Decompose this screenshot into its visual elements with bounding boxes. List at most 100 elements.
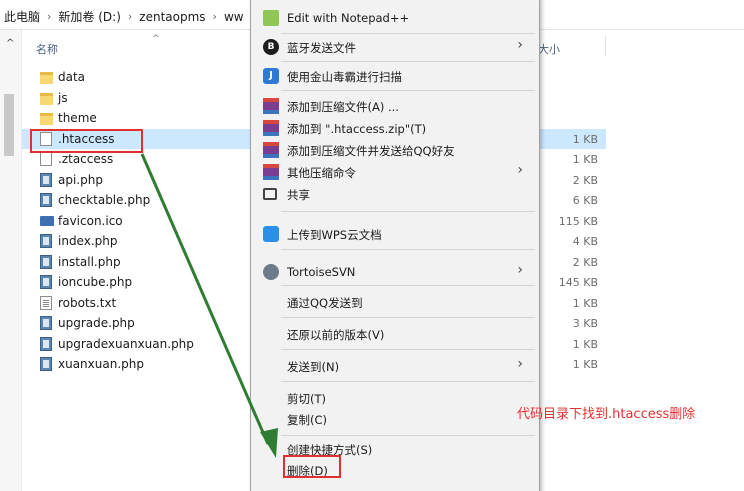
menu-separator xyxy=(281,90,535,91)
archive-icon xyxy=(263,120,279,136)
share-icon xyxy=(263,188,277,200)
file-size: 2 KB xyxy=(572,255,598,269)
file-size: 6 KB xyxy=(572,194,598,207)
image-file-icon xyxy=(40,215,54,226)
menu-item-add-archive[interactable]: 添加到压缩文件(A) ... xyxy=(251,95,539,117)
menu-item-label: 还原以前的版本(V) xyxy=(287,328,385,342)
php-file-icon xyxy=(40,316,52,330)
menu-item-cut[interactable]: 剪切(T) xyxy=(251,387,539,409)
menu-item-label: Edit with Notepad++ xyxy=(287,11,410,25)
menu-item-add-zip[interactable]: 添加到 ".htaccess.zip"(T) xyxy=(251,117,539,139)
file-size: 1 KB xyxy=(572,358,598,371)
menu-item-label: 添加到压缩文件并发送给QQ好友 xyxy=(287,144,455,158)
file-name: ioncube.php xyxy=(58,275,133,289)
scrollbar-thumb[interactable] xyxy=(4,94,14,156)
menu-separator xyxy=(281,381,535,382)
menu-item-label: 蓝牙发送文件 xyxy=(287,41,356,55)
file-size: 1 KB xyxy=(572,296,598,310)
menu-item-other-compress[interactable]: 其他压缩命令 › xyxy=(251,161,539,183)
chevron-right-icon: › xyxy=(517,37,523,53)
file-name: theme xyxy=(58,111,97,125)
file-size: 145 KB xyxy=(558,276,598,289)
menu-item-kingsoft-scan[interactable]: J 使用金山毒霸进行扫描 xyxy=(251,65,539,87)
menu-item-tortoisesvn[interactable]: TortoiseSVN › xyxy=(251,261,539,283)
folder-icon xyxy=(40,72,53,84)
chevron-right-icon: › xyxy=(517,262,523,278)
context-menu: Edit with Notepad++ B 蓝牙发送文件 › J 使用金山毒霸进行扫描… xyxy=(250,0,540,491)
file-name: data xyxy=(58,70,86,84)
php-file-icon xyxy=(40,172,52,187)
file-size: 1 KB xyxy=(572,153,598,166)
file-size: 3 KB xyxy=(572,317,598,330)
menu-item-share[interactable]: 共享 xyxy=(251,183,539,205)
menu-item-label: 发送到(N) xyxy=(287,360,340,374)
menu-item-label: 复制(C) xyxy=(287,413,328,427)
archive-icon xyxy=(263,142,279,158)
chevron-right-icon: › xyxy=(517,356,523,372)
notepad-icon xyxy=(263,10,279,26)
menu-separator xyxy=(281,435,535,436)
menu-separator xyxy=(281,249,535,250)
breadcrumb-www[interactable]: ww xyxy=(224,10,244,24)
column-header-size[interactable]: 大小 xyxy=(538,41,560,57)
breadcrumb-drive[interactable]: 新加卷 (D:) xyxy=(58,8,120,25)
php-file-icon xyxy=(40,234,52,248)
file-size: 1 KB xyxy=(572,132,598,146)
menu-item-label: TortoiseSVN xyxy=(287,265,356,279)
kingsoft-icon: J xyxy=(263,68,279,84)
highlight-box-delete xyxy=(283,455,341,478)
archive-icon xyxy=(263,98,279,114)
menu-item-label: 添加到 ".htaccess.zip"(T) xyxy=(287,122,427,136)
chevron-up-icon[interactable]: ^ xyxy=(6,38,14,49)
column-header-name[interactable]: 名称 xyxy=(36,41,58,57)
php-file-icon xyxy=(40,357,52,371)
chevron-right-icon: › xyxy=(517,162,523,178)
folder-icon xyxy=(40,92,53,105)
folder-icon xyxy=(40,113,53,125)
file-icon xyxy=(40,152,52,166)
menu-item-label: 剪切(T) xyxy=(287,392,326,406)
menu-item-copy[interactable]: 复制(C) xyxy=(251,408,539,430)
file-name: checktable.php xyxy=(58,193,151,207)
file-name: xuanxuan.php xyxy=(58,357,144,371)
menu-separator xyxy=(281,317,535,318)
annotation-note: 代码目录下找到.htaccess删除 xyxy=(517,407,696,422)
menu-item-restore-previous[interactable]: 还原以前的版本(V) xyxy=(251,323,539,345)
menu-item-upload-wps[interactable]: 上传到WPS云文档 xyxy=(251,223,539,245)
menu-item-label: 共享 xyxy=(287,188,310,202)
file-size: 115 KB xyxy=(558,214,598,228)
chevron-right-icon: › xyxy=(212,10,217,23)
highlight-box-htaccess xyxy=(30,129,143,153)
php-file-icon xyxy=(40,275,52,289)
text-file-icon xyxy=(40,295,52,310)
menu-separator xyxy=(281,211,535,212)
column-divider xyxy=(605,36,606,56)
php-file-icon xyxy=(40,336,52,351)
menu-item-label: 其他压缩命令 xyxy=(287,166,356,180)
menu-separator xyxy=(281,61,535,62)
file-name: index.php xyxy=(58,234,118,248)
menu-item-label: 通过QQ发送到 xyxy=(287,296,363,310)
menu-item-send-qq[interactable]: 通过QQ发送到 xyxy=(251,291,539,313)
breadcrumb-this-pc[interactable]: 此电脑 xyxy=(4,8,40,25)
file-name: upgrade.php xyxy=(58,316,135,330)
breadcrumb-zentaopms[interactable]: zentaopms xyxy=(139,10,205,24)
menu-item-edit-notepad[interactable]: Edit with Notepad++ xyxy=(251,7,539,29)
file-name: api.php xyxy=(58,172,103,187)
file-name: .ztaccess xyxy=(58,152,114,166)
bluetooth-icon: B xyxy=(263,39,279,55)
navigation-pane: ^ xyxy=(0,30,22,491)
php-file-icon xyxy=(40,254,52,269)
file-name: install.php xyxy=(58,254,121,269)
file-size: 4 KB xyxy=(572,235,598,248)
menu-item-archive-send-qq[interactable]: 添加到压缩文件并发送给QQ好友 xyxy=(251,139,539,161)
file-name: js xyxy=(58,90,68,105)
menu-item-label: 添加到压缩文件(A) ... xyxy=(287,100,399,114)
menu-item-label: 使用金山毒霸进行扫描 xyxy=(287,70,402,84)
tortoisesvn-icon xyxy=(263,264,279,280)
menu-item-send-to[interactable]: 发送到(N) › xyxy=(251,355,539,377)
file-name: robots.txt xyxy=(58,295,117,310)
file-name: favicon.ico xyxy=(58,213,123,228)
menu-item-bluetooth[interactable]: B 蓝牙发送文件 › xyxy=(251,36,539,58)
menu-item-label: 上传到WPS云文档 xyxy=(287,228,382,242)
